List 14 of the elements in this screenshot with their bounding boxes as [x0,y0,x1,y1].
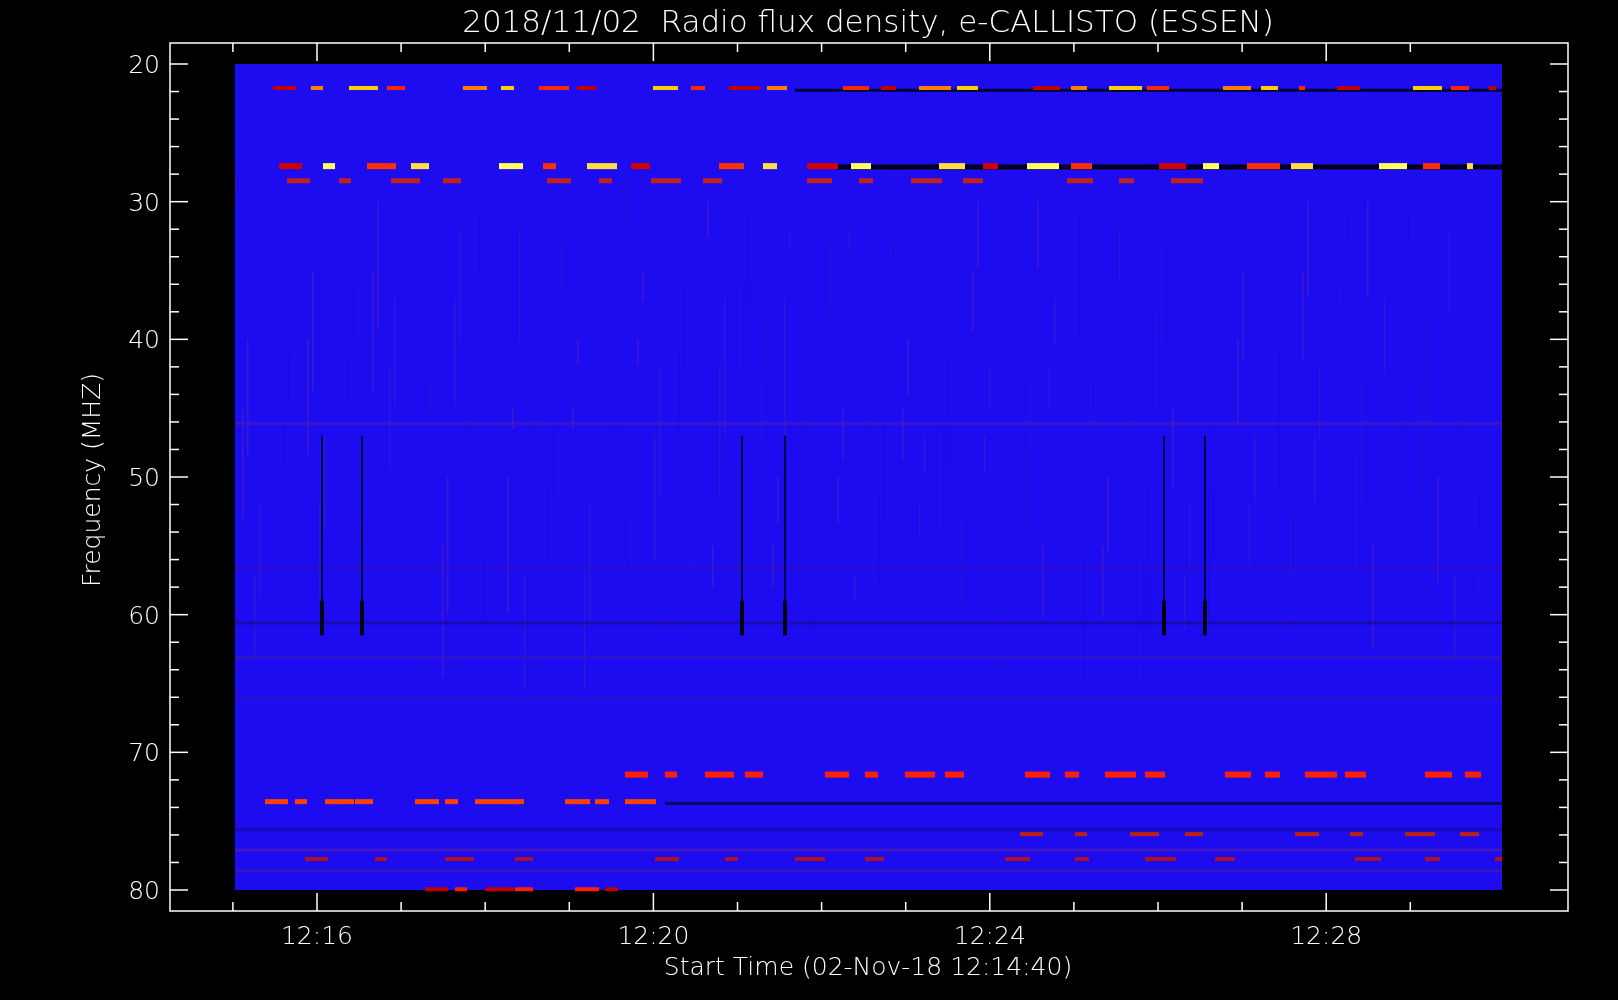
tick-label: 12:20 [617,921,690,950]
tick-label: 12:16 [281,921,353,950]
tick-label: 12:28 [1290,921,1363,950]
tick-label: 12:24 [953,921,1026,950]
tick-label: 30 [128,187,160,217]
tick-label: 70 [128,738,160,768]
tick-label: 40 [128,325,160,355]
tick-label: 50 [128,463,160,492]
tick-label: 20 [128,50,160,79]
tick-label: 60 [128,600,160,630]
chart-title: 2018/11/02 Radio flux density, e-CALLISTO (ESSEN) [462,3,1274,39]
axis-label: Start Time (02-Nov-18 12:14:40) [663,952,1073,981]
axis-label: Frequency (MHZ) [77,372,106,588]
tick-label: 80 [128,876,160,905]
